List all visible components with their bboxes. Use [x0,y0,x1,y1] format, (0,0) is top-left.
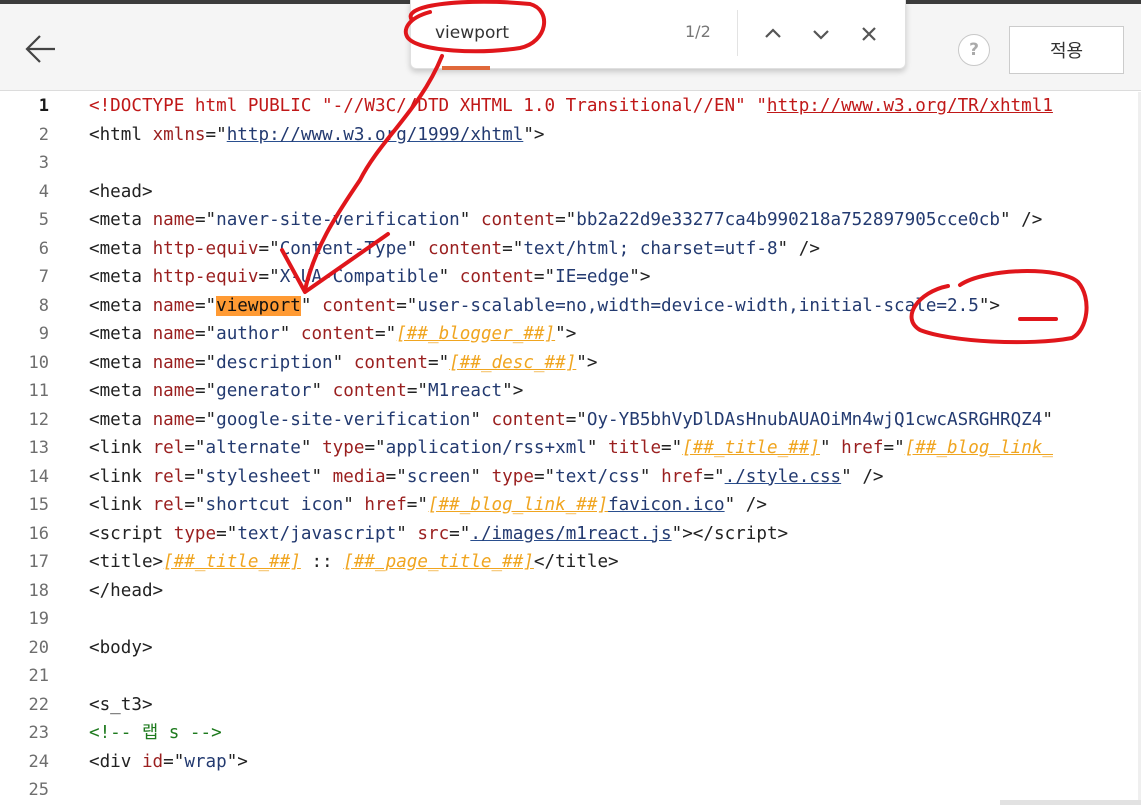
chevron-down-icon [813,30,829,40]
code-line[interactable]: 20 <body> [0,634,1141,662]
line-number: 9 [38,324,49,344]
line-number: 19 [28,609,49,629]
line-number: 6 [38,238,49,259]
code-line[interactable]: 16 <script type="text/javascript" src="./… [0,520,1141,548]
code-line[interactable]: 1 <!DOCTYPE html PUBLIC "-//W3C//DTD XHTM… [0,92,1141,120]
code-text[interactable]: <meta http-equiv="X-UA-Compatible" conte… [89,263,650,291]
line-number: 11 [28,381,49,401]
code-line[interactable]: 17 <title>[##_title_##] :: [##_page_title… [0,548,1141,576]
code-text[interactable]: <div id="wrap"> [89,748,248,776]
line-number: 3 [38,153,49,173]
help-button[interactable]: ? [958,34,990,66]
line-number: 1 [38,96,49,116]
arrow-left-icon [25,35,55,63]
line-number: 7 [38,267,49,287]
line-number: 5 [38,210,49,230]
line-number: 23 [28,723,49,743]
code-line[interactable]: 14 <link rel="stylesheet" media="screen" … [0,463,1141,491]
code-line[interactable]: 24 <div id="wrap"> [0,748,1141,776]
code-text[interactable]: <!DOCTYPE html PUBLIC "-//W3C//DTD XHTML… [89,92,1053,120]
line-number: 14 [28,466,49,487]
back-button[interactable] [22,32,62,66]
code-line[interactable]: 19 [0,605,1141,633]
line-number: 15 [28,495,49,515]
apply-button[interactable]: 적용 [1009,26,1124,74]
close-icon [862,27,876,41]
find-next-button[interactable] [805,18,837,50]
code-text[interactable]: <html xmlns="http://www.w3.org/1999/xhtm… [89,121,545,149]
code-text[interactable]: <link rel="stylesheet" media="screen" ty… [89,463,884,491]
code-line[interactable]: 7 <meta http-equiv="X-UA-Compatible" cont… [0,263,1141,291]
find-previous-button[interactable] [757,18,789,50]
code-line[interactable]: 23 <!-- 랩 s --> [0,719,1141,747]
code-text[interactable]: <link rel="alternate" type="application/… [89,434,1053,462]
chevron-up-icon [765,28,781,38]
code-text[interactable]: <head> [89,178,153,206]
code-text[interactable]: <meta name="naver-site-verification" con… [89,206,1042,234]
line-number: 13 [28,438,49,458]
code-text[interactable]: <meta name="author" content="[##_blogger… [89,320,576,348]
line-number: 22 [28,694,49,715]
code-line[interactable]: 21 [0,662,1141,690]
code-text[interactable]: </head> [89,577,163,605]
code-editor[interactable]: 1 <!DOCTYPE html PUBLIC "-//W3C//DTD XHTM… [0,92,1141,805]
code-text[interactable]: <meta http-equiv="Content-Type" content=… [89,235,820,263]
find-divider [737,10,738,56]
line-number: 8 [38,295,49,316]
code-line[interactable]: 2 <html xmlns="http://www.w3.org/1999/xht… [0,121,1141,149]
line-number: 20 [28,637,49,658]
code-text[interactable]: <meta name="google-site-verification" co… [89,406,1053,434]
line-number: 21 [28,666,49,686]
horizontal-scrollbar[interactable] [1000,800,1141,805]
find-focus-indicator [442,66,490,70]
code-line[interactable]: 15 <link rel="shortcut icon" href="[##_bl… [0,491,1141,519]
code-line[interactable]: 5 <meta name="naver-site-verification" co… [0,206,1141,234]
code-text[interactable]: <!-- 랩 s --> [89,719,222,747]
code-text[interactable]: <meta name="viewport" content="user-scal… [89,292,1000,320]
code-text[interactable]: <meta name="description" content="[##_de… [89,349,597,377]
code-text[interactable]: <script type="text/javascript" src="./im… [89,520,788,548]
line-number: 16 [28,523,49,544]
line-number: 4 [38,181,49,202]
question-icon: ? [969,40,979,60]
line-number: 24 [28,751,49,772]
search-match-highlight: viewport [216,295,301,316]
code-line[interactable]: 13 <link rel="alternate" type="applicatio… [0,434,1141,462]
code-line[interactable]: 11 <meta name="generator" content="M1reac… [0,377,1141,405]
line-number: 18 [28,580,49,601]
code-text[interactable]: <link rel="shortcut icon" href="[##_blog… [89,491,767,519]
code-line[interactable]: 9 <meta name="author" content="[##_blogge… [0,320,1141,348]
code-line[interactable]: 6 <meta http-equiv="Content-Type" content… [0,235,1141,263]
line-number: 17 [28,552,49,572]
find-input[interactable] [435,18,655,48]
code-text[interactable]: <s_t3> [89,691,153,719]
code-text[interactable]: <meta name="generator" content="M1react"… [89,377,523,405]
code-line[interactable]: 18 </head> [0,577,1141,605]
code-line[interactable]: 12 <meta name="google-site-verification" … [0,406,1141,434]
code-line[interactable]: 3 [0,149,1141,177]
code-text[interactable]: <body> [89,634,153,662]
line-number: 12 [28,409,49,430]
find-match-count: 1/2 [685,22,711,41]
code-line[interactable]: 8 <meta name="viewport" content="user-sca… [0,292,1141,320]
line-number: 10 [28,352,49,373]
code-line[interactable]: 25 [0,776,1141,804]
find-bar: 1/2 [410,0,906,69]
code-line[interactable]: 22 <s_t3> [0,691,1141,719]
code-line[interactable]: 10 <meta name="description" content="[##_… [0,349,1141,377]
line-number: 2 [38,124,49,145]
code-line[interactable]: 4 <head> [0,178,1141,206]
code-text[interactable]: <title>[##_title_##] :: [##_page_title_#… [89,548,619,576]
line-number: 25 [28,780,49,800]
find-close-button[interactable] [853,18,885,50]
